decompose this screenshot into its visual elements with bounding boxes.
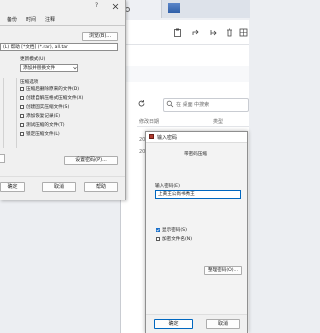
- help-button[interactable]: 帮助: [84, 182, 118, 192]
- layout-icon[interactable]: [239, 28, 248, 37]
- option-sfx[interactable]: 创建自解压格式压缩文件(X): [20, 95, 83, 103]
- option-label: 测试压缩的文件(T): [26, 123, 65, 128]
- password-dialog-title: 输入密码: [157, 135, 178, 141]
- password-dialog-title-bar: 输入密码: [146, 132, 247, 143]
- close-icon[interactable]: [112, 3, 119, 10]
- option-label: 创建自解压格式压缩文件(X): [26, 96, 84, 101]
- cancel-button[interactable]: 取消: [206, 319, 240, 329]
- password-input[interactable]: 上黄王公尚书秀王: [155, 190, 241, 199]
- share-icon[interactable]: [191, 28, 200, 37]
- checkbox-icon: [20, 131, 24, 136]
- option-label: 创建固实压缩文件(S): [26, 105, 70, 110]
- explorer-address-bar: [121, 66, 249, 82]
- update-mode-value: 添加并替换文件: [23, 66, 56, 71]
- checkbox-icon: [20, 122, 24, 127]
- option-lock-archive[interactable]: 锁定压缩文件(L): [20, 131, 60, 139]
- option-recovery-record[interactable]: 添加恢复记录(E): [20, 113, 60, 121]
- encrypt-file-names-checkbox[interactable]: 加密文件名(N): [156, 236, 192, 242]
- group-divider: [16, 78, 17, 148]
- organize-passwords-button[interactable]: 整理密码(O)...: [204, 266, 242, 275]
- tab-time[interactable]: 时间: [26, 16, 36, 23]
- share-arrow-icon[interactable]: [209, 28, 218, 37]
- explorer-tab[interactable]: [161, 0, 250, 18]
- search-placeholder: 在 桌面 中搜索: [176, 102, 210, 108]
- search-icon: [166, 100, 174, 108]
- paste-icon[interactable]: [173, 28, 182, 37]
- group-divider: [3, 78, 4, 148]
- show-password-label: 显示密码(S): [162, 228, 187, 233]
- archive-name-field[interactable]: (L) 帮助 [*文档] (*.rar), all.tar: [0, 43, 118, 51]
- password-dialog-subtitle: 带密码压缩: [184, 152, 207, 157]
- checked-checkbox-icon: [156, 227, 160, 232]
- browse-button[interactable]: 浏览(B)...: [82, 32, 118, 41]
- option-label: 压缩后删除原来的文件(D): [26, 87, 80, 92]
- search-input[interactable]: 在 桌面 中搜索: [163, 98, 249, 112]
- winrar-icon: [149, 134, 154, 139]
- column-type[interactable]: 类型: [213, 118, 223, 125]
- options-group-label: 压缩选项: [20, 80, 39, 85]
- tab-backup[interactable]: 备份: [7, 16, 17, 23]
- column-header: 修改日期 类型: [137, 116, 249, 127]
- refresh-icon[interactable]: [137, 99, 146, 108]
- dialog-footer: 确定 取消 帮助: [0, 176, 125, 200]
- help-question-icon[interactable]: ?: [95, 2, 98, 9]
- option-test-files[interactable]: 测试压缩的文件(T): [20, 122, 65, 130]
- option-delete-after[interactable]: 压缩后删除原来的文件(D): [20, 86, 79, 94]
- password-dialog-footer: 确定 取消: [146, 314, 247, 333]
- password-value: 上黄王公尚书秀王: [158, 192, 195, 197]
- update-mode-select[interactable]: 添加并替换文件: [20, 64, 78, 72]
- cancel-button[interactable]: 取消: [42, 182, 76, 192]
- show-password-checkbox[interactable]: 显示密码(S): [156, 227, 187, 233]
- explorer-toolbar: [121, 20, 249, 45]
- checkbox-icon: [20, 95, 24, 100]
- update-mode-label: 更新模式(U): [20, 57, 46, 62]
- delete-icon[interactable]: [225, 28, 234, 37]
- explorer-title-bar: [121, 0, 250, 20]
- checkbox-icon: [156, 236, 160, 241]
- encrypt-file-names-label: 加密文件名(N): [162, 237, 192, 242]
- wallpaper-thumbnail-icon: [168, 3, 180, 13]
- chevron-down-icon: [73, 66, 77, 70]
- checkbox-icon: [20, 113, 24, 118]
- password-field-label: 输入密码(E): [155, 184, 180, 189]
- set-password-button[interactable]: 设置密码(P)...: [64, 156, 118, 165]
- column-date[interactable]: 修改日期: [139, 118, 159, 125]
- option-label: 添加恢复记录(E): [26, 114, 61, 119]
- archive-options-dialog: ? 备份 时间 注释 浏览(B)... (L) 帮助 [*文档] (*.rar)…: [0, 0, 126, 200]
- checkbox-icon: [20, 104, 24, 109]
- option-label: 锁定压缩文件(L): [26, 132, 60, 137]
- tab-comment[interactable]: 注释: [45, 16, 55, 23]
- scroll-stub: [0, 154, 5, 163]
- ok-button[interactable]: 确定: [154, 319, 193, 329]
- password-dialog: 输入密码 带密码压缩 输入密码(E) 上黄王公尚书秀王 显示密码(S) 加密文件…: [145, 131, 248, 333]
- checkbox-icon: [20, 86, 24, 91]
- option-solid[interactable]: 创建固实压缩文件(S): [20, 104, 69, 112]
- ok-button[interactable]: 确定: [0, 182, 25, 192]
- dialog-tab-bar: 备份 时间 注释: [0, 14, 125, 26]
